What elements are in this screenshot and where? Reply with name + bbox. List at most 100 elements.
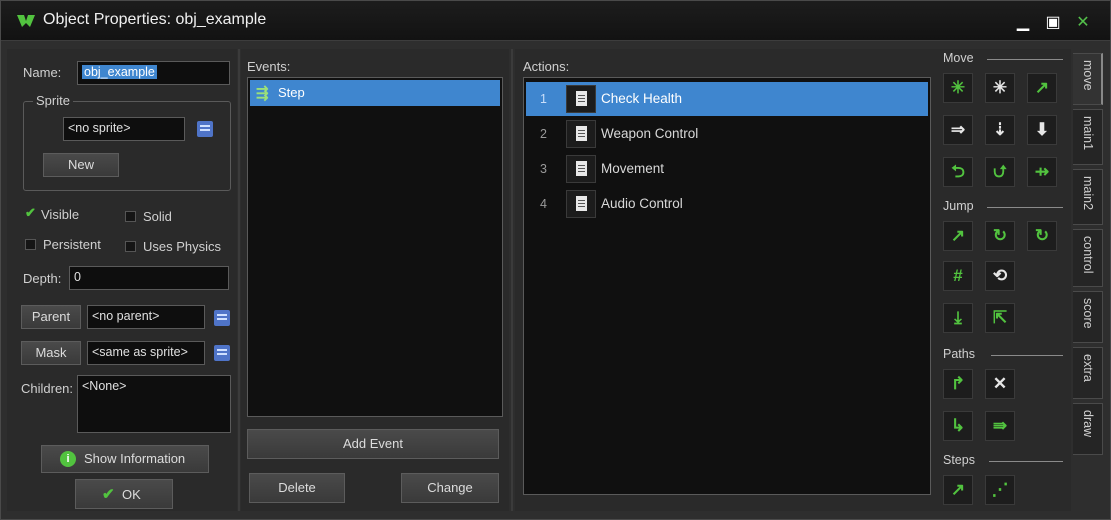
delete-event-button[interactable]: Delete [249, 473, 345, 503]
section-move-rule [987, 59, 1063, 60]
action-row[interactable]: 4 Audio Control [526, 187, 928, 221]
reverse-horizontal-icon[interactable]: ⮌ [943, 157, 973, 187]
align-to-grid-icon[interactable]: # [943, 261, 973, 291]
action-label: Check Health [601, 91, 683, 106]
visible-checkbox-checkmark-icon[interactable]: ✔ [25, 205, 36, 221]
window-title: Object Properties: obj_example [43, 11, 267, 28]
name-field[interactable]: obj_example [77, 61, 230, 85]
action-palette: Move ✳ ✳ ↗ ⇒ ⇣ ⬇ ⮌ ⮍ ⇸ Jump ↗ ↻ ↻ # ⟲ ⤓ … [939, 49, 1071, 511]
close-icon[interactable]: ✕ [1071, 13, 1095, 33]
children-list[interactable]: <None> [77, 375, 231, 433]
section-steps: Steps [943, 453, 1063, 469]
jump-to-position-icon[interactable]: ↗ [943, 221, 973, 251]
tab-control-label: control [1081, 236, 1095, 274]
parent-button[interactable]: Parent [21, 305, 81, 329]
path-position-icon[interactable]: ↳ [943, 411, 973, 441]
section-paths-label: Paths [943, 347, 975, 361]
jump-to-random-icon[interactable]: ↻ [1027, 221, 1057, 251]
visible-checkbox-label[interactable]: Visible [41, 207, 79, 222]
tab-main2-label: main2 [1081, 176, 1095, 211]
events-list[interactable]: ⇶ Step [247, 77, 503, 417]
action-row[interactable]: 3 Movement [526, 152, 928, 186]
reverse-vertical-icon[interactable]: ⮍ [985, 157, 1015, 187]
step-event-icon: ⇶ [256, 85, 269, 102]
set-friction-icon[interactable]: ⇸ [1027, 157, 1057, 187]
solid-checkbox[interactable] [125, 211, 136, 222]
code-script-icon [566, 120, 596, 148]
tab-score-label: score [1081, 298, 1095, 329]
divider-left [238, 49, 240, 511]
event-step-row[interactable]: ⇶ Step [250, 80, 500, 106]
action-row[interactable]: 1 Check Health [526, 82, 928, 116]
speed-vertical-icon[interactable]: ⇣ [985, 115, 1015, 145]
events-header: Events: [247, 59, 291, 74]
jump-to-start-icon[interactable]: ↻ [985, 221, 1015, 251]
step-towards-icon[interactable]: ↗ [943, 475, 973, 505]
uses-physics-checkbox[interactable] [125, 241, 136, 252]
actions-list[interactable]: 1 Check Health 2 Weapon Control 3 Moveme… [523, 77, 931, 495]
solid-checkbox-label[interactable]: Solid [143, 209, 172, 224]
change-event-button[interactable]: Change [401, 473, 499, 503]
section-move: Move [943, 51, 1063, 67]
add-event-button[interactable]: Add Event [247, 429, 499, 459]
set-gravity-icon[interactable]: ⬇ [1027, 115, 1057, 145]
action-number: 1 [540, 92, 547, 106]
move-fixed-icon[interactable]: ✳ [943, 73, 973, 103]
section-steps-rule [989, 461, 1063, 462]
sprite-group-title: Sprite [33, 93, 73, 108]
palette-tabs: move main1 main2 control score extra dra… [1073, 49, 1105, 511]
mask-menu-icon[interactable] [214, 345, 230, 361]
path-speed-icon[interactable]: ⇛ [985, 411, 1015, 441]
depth-label: Depth: [23, 271, 62, 286]
bounce-icon[interactable]: ⇱ [985, 303, 1015, 333]
minimize-icon[interactable]: ▁ [1011, 13, 1035, 33]
info-icon: i [60, 451, 76, 467]
name-value: obj_example [82, 65, 157, 79]
section-jump-label: Jump [943, 199, 974, 213]
sprite-field[interactable]: <no sprite> [63, 117, 185, 141]
name-label: Name: [23, 65, 62, 80]
parent-field[interactable]: <no parent> [87, 305, 205, 329]
wrap-screen-icon[interactable]: ⟲ [985, 261, 1015, 291]
action-row[interactable]: 2 Weapon Control [526, 117, 928, 151]
action-label: Audio Control [601, 196, 683, 211]
step-avoiding-icon[interactable]: ⋰ [985, 475, 1015, 505]
set-path-icon[interactable]: ↱ [943, 369, 973, 399]
gamemaker-logo-icon [17, 15, 35, 27]
code-script-icon [566, 155, 596, 183]
show-information-label: Show Information [84, 451, 186, 466]
actions-panel: Actions: 1 Check Health 2 Weapon Control… [515, 49, 939, 511]
tab-draw[interactable]: draw [1073, 403, 1103, 455]
end-path-icon[interactable]: ✕ [985, 369, 1015, 399]
move-towards-icon[interactable]: ↗ [1027, 73, 1057, 103]
tab-main2[interactable]: main2 [1073, 169, 1103, 225]
tab-control[interactable]: control [1073, 229, 1103, 287]
sprite-menu-icon[interactable] [197, 121, 213, 137]
action-number: 2 [540, 127, 547, 141]
show-information-button[interactable]: i Show Information [41, 445, 209, 473]
uses-physics-checkbox-label[interactable]: Uses Physics [143, 239, 221, 254]
tab-move[interactable]: move [1073, 53, 1103, 105]
speed-horizontal-icon[interactable]: ⇒ [943, 115, 973, 145]
tab-extra[interactable]: extra [1073, 347, 1103, 399]
move-free-icon[interactable]: ✳ [985, 73, 1015, 103]
object-properties-window: Object Properties: obj_example ▁ ▣ ✕ Nam… [0, 0, 1111, 520]
persistent-checkbox-label[interactable]: Persistent [43, 237, 101, 252]
tab-main1[interactable]: main1 [1073, 109, 1103, 165]
tab-score[interactable]: score [1073, 291, 1103, 343]
tab-draw-label: draw [1081, 410, 1095, 438]
mask-button[interactable]: Mask [21, 341, 81, 365]
move-to-contact-icon[interactable]: ⤓ [943, 303, 973, 333]
ok-button[interactable]: ✔ OK [75, 479, 173, 509]
ok-label: OK [122, 487, 141, 502]
section-move-label: Move [943, 51, 974, 65]
depth-field[interactable]: 0 [69, 266, 229, 290]
new-sprite-button[interactable]: New [43, 153, 119, 177]
mask-field[interactable]: <same as sprite> [87, 341, 205, 365]
maximize-icon[interactable]: ▣ [1041, 13, 1065, 33]
section-steps-label: Steps [943, 453, 975, 467]
title-bar[interactable]: Object Properties: obj_example ▁ ▣ ✕ [1, 1, 1110, 41]
persistent-checkbox[interactable] [25, 239, 36, 250]
parent-menu-icon[interactable] [214, 310, 230, 326]
children-label: Children: [21, 381, 74, 396]
